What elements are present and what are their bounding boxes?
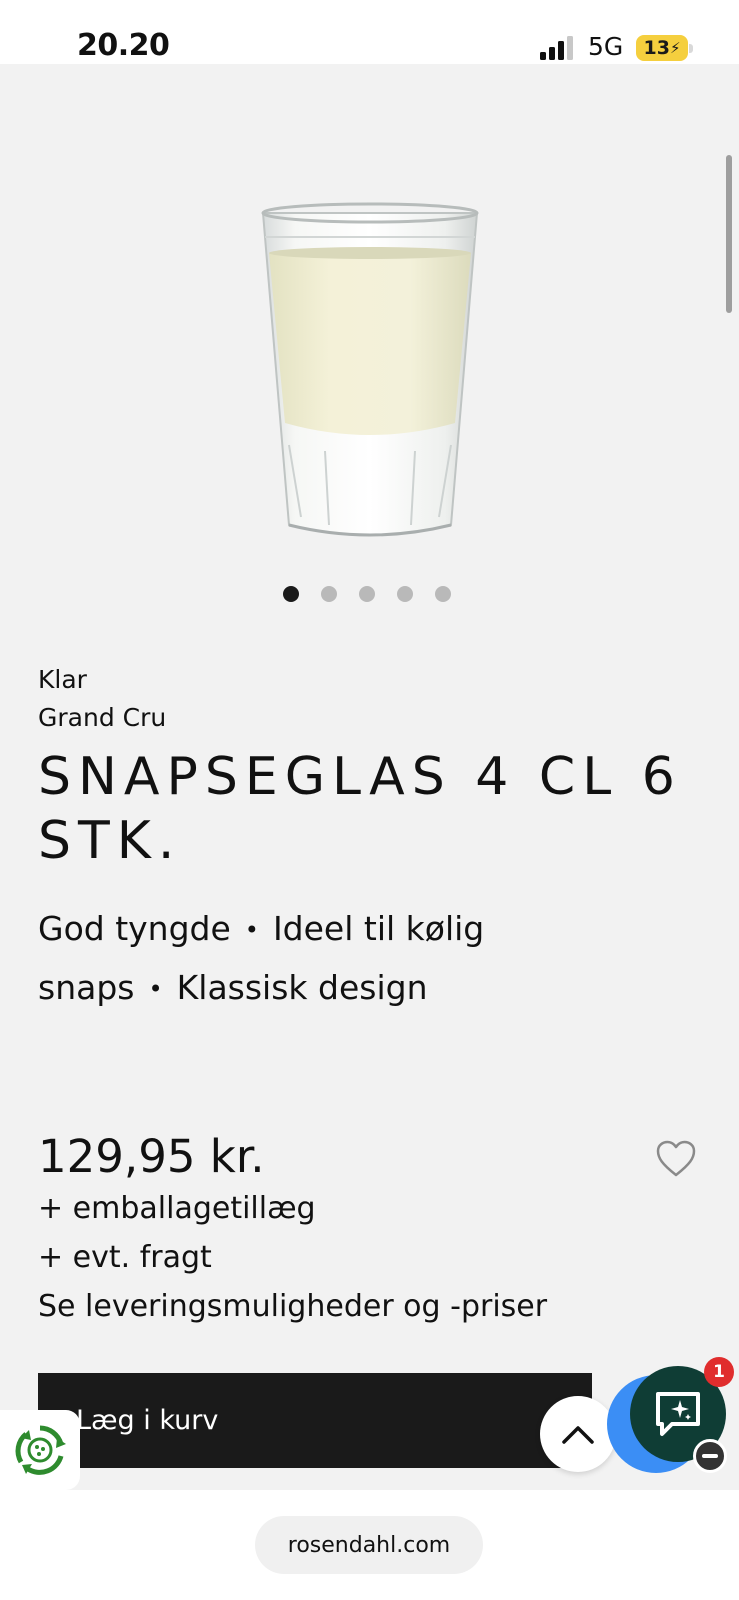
battery-level: 13	[643, 37, 670, 59]
status-time: 20.20	[77, 28, 170, 63]
carousel-dot-1[interactable]	[283, 586, 299, 602]
chat-icon	[656, 1392, 700, 1436]
heart-icon[interactable]	[656, 1140, 696, 1178]
scrollbar[interactable]	[726, 155, 732, 313]
product-title: SNAPSEGLAS 4 CL 6 STK.	[38, 747, 682, 871]
signal-icon	[540, 36, 573, 60]
notification-badge: 1	[704, 1357, 734, 1387]
bullet-separator: •	[244, 916, 259, 944]
carousel-dot-5[interactable]	[435, 586, 451, 602]
carousel-dot-3[interactable]	[359, 586, 375, 602]
network-label: 5G	[588, 32, 624, 61]
product-image[interactable]	[255, 195, 485, 555]
feature-item: Klassisk design	[176, 968, 428, 1007]
product-price: 129,95 kr.	[38, 1130, 265, 1183]
chevron-up-icon	[562, 1426, 594, 1444]
minus-icon	[702, 1454, 718, 1458]
product-features: God tyngde • Ideel til kølig snaps • Klassis…	[38, 900, 558, 1018]
eco-badge[interactable]	[0, 1410, 80, 1490]
scroll-to-top-button[interactable]	[540, 1396, 616, 1472]
add-to-cart-button[interactable]: Læg i kurv	[38, 1373, 592, 1468]
battery-tip	[689, 44, 693, 53]
feature-item: God tyngde	[38, 909, 231, 948]
battery-icon: 13 ⚡	[636, 35, 688, 61]
carousel-dot-2[interactable]	[321, 586, 337, 602]
status-bar: 20.20 5G 13 ⚡	[0, 0, 739, 64]
carousel-dot-4[interactable]	[397, 586, 413, 602]
shipping-note: + evt. fragt	[38, 1240, 212, 1275]
product-series[interactable]: Grand Cru	[38, 703, 166, 732]
minimize-chat-button[interactable]	[693, 1439, 727, 1473]
packaging-note: + emballagetillæg	[38, 1191, 316, 1226]
recycle-icon	[15, 1425, 66, 1475]
address-bar[interactable]: rosendahl.com	[255, 1516, 483, 1574]
product-color: Klar	[38, 665, 87, 694]
delivery-options-link[interactable]: Se leveringsmuligheder og -priser	[38, 1289, 547, 1324]
carousel-dots	[283, 586, 451, 602]
bullet-separator: •	[148, 975, 163, 1003]
